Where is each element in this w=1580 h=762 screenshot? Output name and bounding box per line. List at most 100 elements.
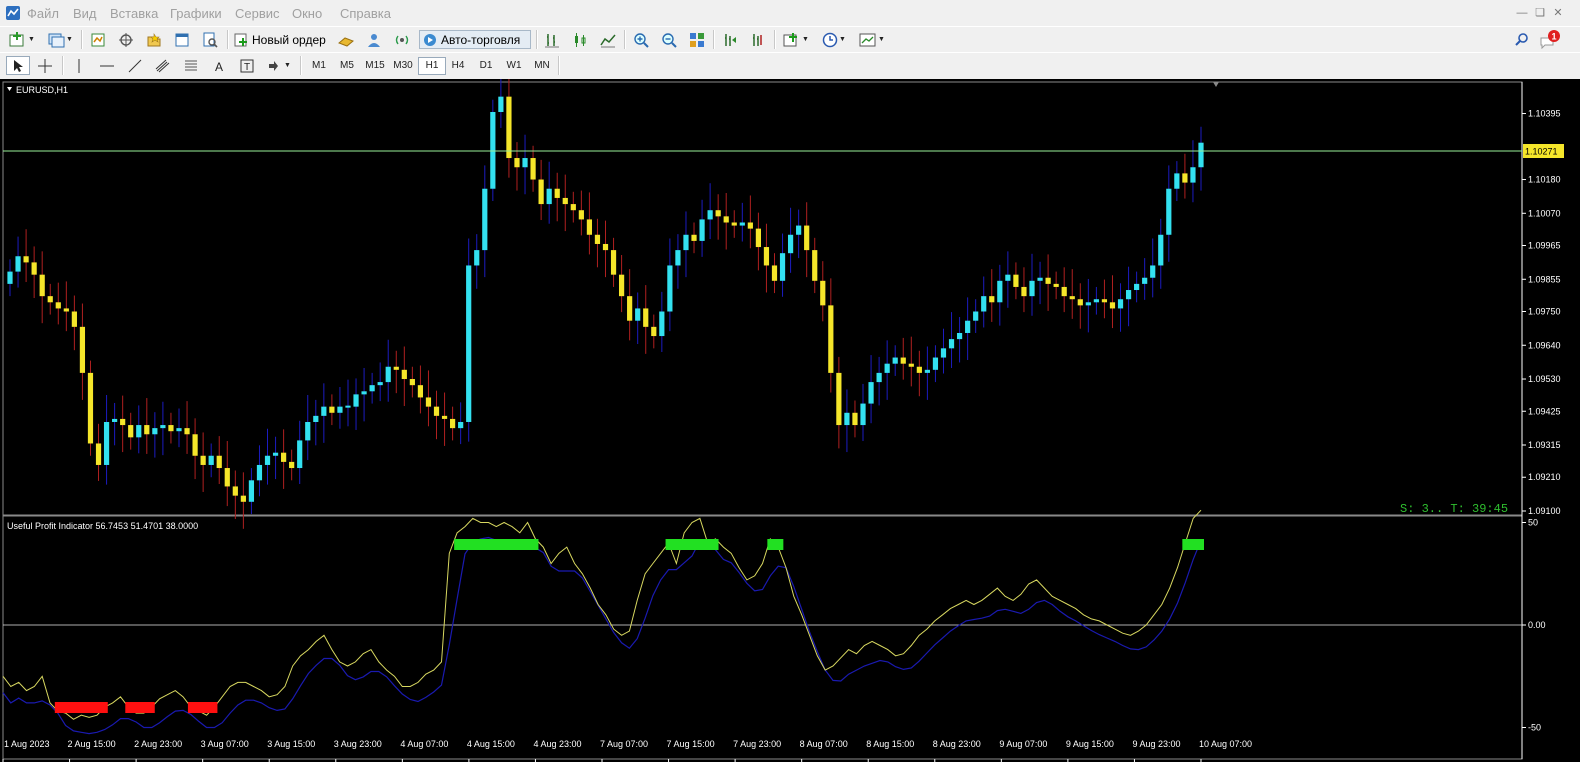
- metaeditor-button[interactable]: [335, 30, 357, 49]
- notifications-button[interactable]: 1: [1538, 30, 1562, 49]
- bear-candle: [570, 204, 576, 211]
- indicator-pane-border: [2, 515, 1523, 760]
- bull-candle: [1142, 277, 1148, 284]
- search-button[interactable]: [1512, 30, 1532, 49]
- bear-candle: [1109, 302, 1116, 309]
- price-axis-label: 1.10395: [1528, 109, 1561, 119]
- horizontal-line-tool[interactable]: [96, 56, 118, 75]
- timeframe-mn[interactable]: MN: [529, 57, 555, 75]
- navigator-icon: [147, 32, 161, 46]
- bear-candle: [643, 308, 649, 327]
- timeframe-d1[interactable]: D1: [473, 57, 499, 75]
- menu-charts[interactable]: Графики: [170, 6, 222, 21]
- profiles-button[interactable]: ▼: [44, 30, 76, 49]
- minimize-icon[interactable]: —: [1515, 6, 1529, 20]
- crosshair-tool[interactable]: [34, 56, 56, 75]
- bull-candle: [940, 348, 947, 358]
- bear-candle: [192, 434, 198, 456]
- price-axis-label: 1.10180: [1528, 175, 1561, 185]
- navigator-button[interactable]: [143, 30, 165, 49]
- time-axis-label: 7 Aug 07:00: [600, 739, 648, 749]
- menu-help[interactable]: Справка: [340, 6, 391, 21]
- bear-candle: [232, 486, 238, 496]
- autotrading-button[interactable]: Авто-торговля: [419, 30, 531, 49]
- equidistant-channel-tool[interactable]: [152, 56, 174, 75]
- data-window-button[interactable]: [115, 30, 137, 49]
- indicator-fast-line: [2, 509, 1202, 720]
- zoom-in-button[interactable]: [630, 30, 652, 49]
- menu-file[interactable]: Файл: [27, 6, 59, 21]
- chart-canvas[interactable]: 1.10271 EURUSD,H1 S: 3.. T: 39:45 1.1039…: [0, 79, 1580, 762]
- sell-signal-bar: [187, 702, 218, 713]
- indicators-button[interactable]: ▼: [780, 30, 812, 49]
- candlestick-button[interactable]: [569, 30, 591, 49]
- bear-candle: [87, 372, 94, 444]
- arrows-tool[interactable]: ▼: [264, 56, 294, 75]
- bear-candle: [610, 250, 617, 275]
- time-axis-label: 3 Aug 23:00: [334, 739, 382, 749]
- menu-window[interactable]: Окно: [292, 6, 322, 21]
- bear-candle: [602, 243, 609, 251]
- zoom-out-button[interactable]: [658, 30, 680, 49]
- timeframe-h1[interactable]: H1: [418, 57, 446, 75]
- market-button[interactable]: [391, 30, 413, 49]
- menu-view[interactable]: Вид: [73, 6, 97, 21]
- buy-signal-bar: [665, 539, 682, 550]
- bear-candle: [120, 418, 126, 426]
- bull-candle: [1166, 188, 1172, 235]
- tile-windows-button[interactable]: [686, 30, 708, 49]
- text-tool[interactable]: A: [208, 56, 230, 75]
- bear-candle: [586, 219, 593, 235]
- terminal-button[interactable]: [171, 30, 193, 49]
- fibonacci-tool[interactable]: [180, 56, 202, 75]
- bear-candle: [836, 372, 842, 426]
- chart-shift-marker: [1213, 82, 1219, 87]
- text-a-icon: A: [215, 60, 223, 73]
- price-axis-label: 1.09530: [1528, 374, 1561, 384]
- bear-candle: [763, 247, 770, 266]
- bear-candle: [401, 369, 407, 380]
- chat-bubble-icon: 1: [1540, 30, 1560, 49]
- signals-button[interactable]: [363, 30, 385, 49]
- bull-candle: [659, 311, 665, 337]
- strategy-tester-button[interactable]: [199, 30, 221, 49]
- bear-candle: [691, 234, 697, 241]
- new-chart-button[interactable]: ▼: [6, 30, 38, 49]
- bear-candle: [651, 326, 657, 337]
- chart-shift-button[interactable]: [719, 30, 741, 49]
- bear-candle: [514, 158, 520, 168]
- periods-button[interactable]: ▼: [818, 30, 850, 49]
- line-chart-button[interactable]: [597, 30, 619, 49]
- bull-candle: [248, 480, 255, 502]
- bear-candle: [393, 366, 399, 370]
- vertical-line-tool[interactable]: [68, 56, 90, 75]
- bull-candle: [860, 403, 866, 426]
- timeframe-h4[interactable]: H4: [445, 57, 471, 75]
- timeframe-m15[interactable]: M15: [362, 57, 388, 75]
- new-order-button[interactable]: Новый ордер: [233, 30, 329, 49]
- bull-candle: [15, 256, 21, 272]
- cursor-tool[interactable]: [6, 56, 30, 75]
- chart-window[interactable]: 1.10271 EURUSD,H1 S: 3.. T: 39:45 1.1039…: [0, 79, 1580, 762]
- restore-icon[interactable]: ❏: [1533, 6, 1547, 20]
- menu-insert[interactable]: Вставка: [110, 6, 158, 21]
- auto-scroll-button[interactable]: [747, 30, 769, 49]
- templates-button[interactable]: ▼: [856, 30, 888, 49]
- market-watch-button[interactable]: [87, 30, 109, 49]
- text-label-tool[interactable]: T: [236, 56, 258, 75]
- bear-candle: [441, 415, 448, 419]
- timeframe-m30[interactable]: M30: [390, 57, 416, 75]
- timeframe-w1[interactable]: W1: [501, 57, 527, 75]
- trendline-tool[interactable]: [124, 56, 146, 75]
- bear-candle: [578, 210, 584, 220]
- templates-icon: [859, 33, 876, 46]
- bar-chart-button[interactable]: [541, 30, 563, 49]
- bull-candle: [884, 363, 890, 373]
- timeframe-m5[interactable]: M5: [334, 57, 360, 75]
- bull-candle: [1093, 299, 1099, 303]
- timeframe-m1[interactable]: M1: [306, 57, 332, 75]
- time-axis-label: 4 Aug 15:00: [467, 739, 515, 749]
- symbol-dropdown-icon[interactable]: [7, 87, 12, 91]
- close-icon[interactable]: ✕: [1551, 6, 1565, 20]
- menu-tools[interactable]: Сервис: [235, 6, 280, 21]
